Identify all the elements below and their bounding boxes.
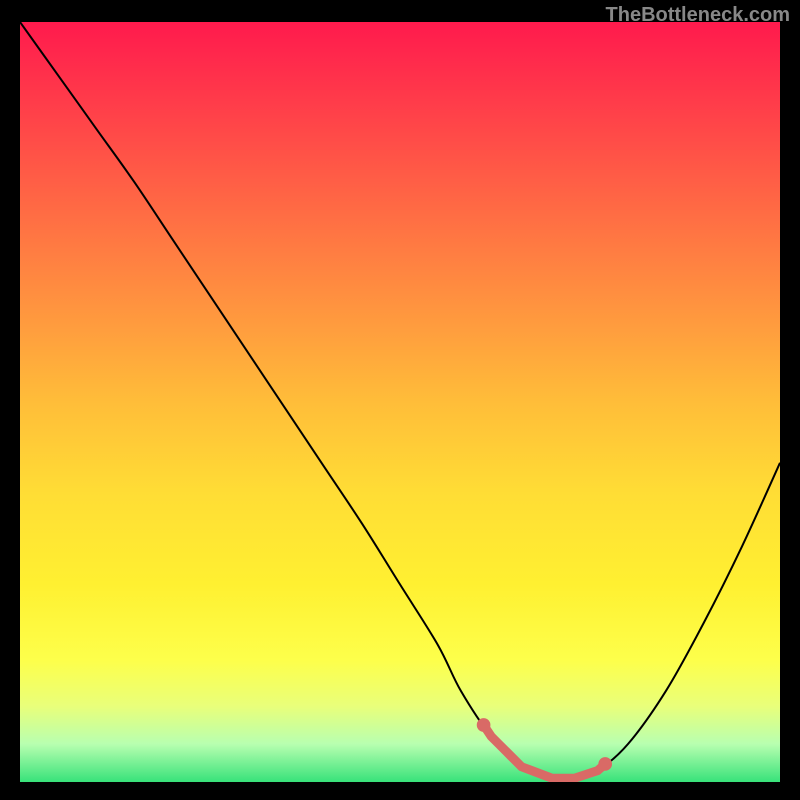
- highlight-svg: [20, 22, 780, 782]
- plot-area: [20, 22, 780, 782]
- optimal-zone-line: [484, 725, 606, 778]
- optimal-zone-start-dot: [477, 718, 491, 732]
- optimal-zone-end-dot: [598, 757, 612, 771]
- watermark-text: TheBottleneck.com: [606, 4, 790, 27]
